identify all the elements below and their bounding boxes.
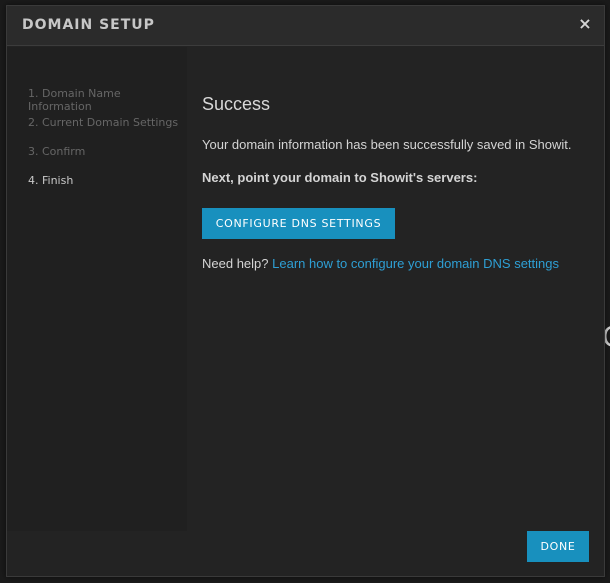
help-prefix: Need help? [202, 256, 273, 271]
modal-title: DOMAIN SETUP [22, 17, 155, 33]
domain-setup-modal: DOMAIN SETUP × 1. Domain Name Informatio… [6, 5, 605, 577]
step-finish: 4. Finish [28, 174, 74, 187]
modal-header: DOMAIN SETUP × [7, 6, 604, 46]
help-line: Need help? Learn how to configure your d… [202, 256, 559, 271]
dns-help-link[interactable]: Learn how to configure your domain DNS s… [272, 256, 559, 271]
success-heading: Success [202, 94, 271, 114]
next-step-message: Next, point your domain to Showit's serv… [202, 170, 478, 185]
configure-dns-settings-button[interactable]: CONFIGURE DNS SETTINGS [202, 208, 395, 239]
step-current-domain-settings: 2. Current Domain Settings [28, 116, 179, 129]
step-domain-name-information: 1. Domain Name Information [28, 87, 121, 113]
close-icon[interactable]: × [576, 15, 594, 33]
saved-message: Your domain information has been success… [202, 137, 572, 152]
step-list: 1. Domain Name Information 2. Current Do… [7, 47, 187, 531]
done-button[interactable]: DONE [527, 531, 589, 562]
step-confirm: 3. Confirm [28, 145, 86, 158]
